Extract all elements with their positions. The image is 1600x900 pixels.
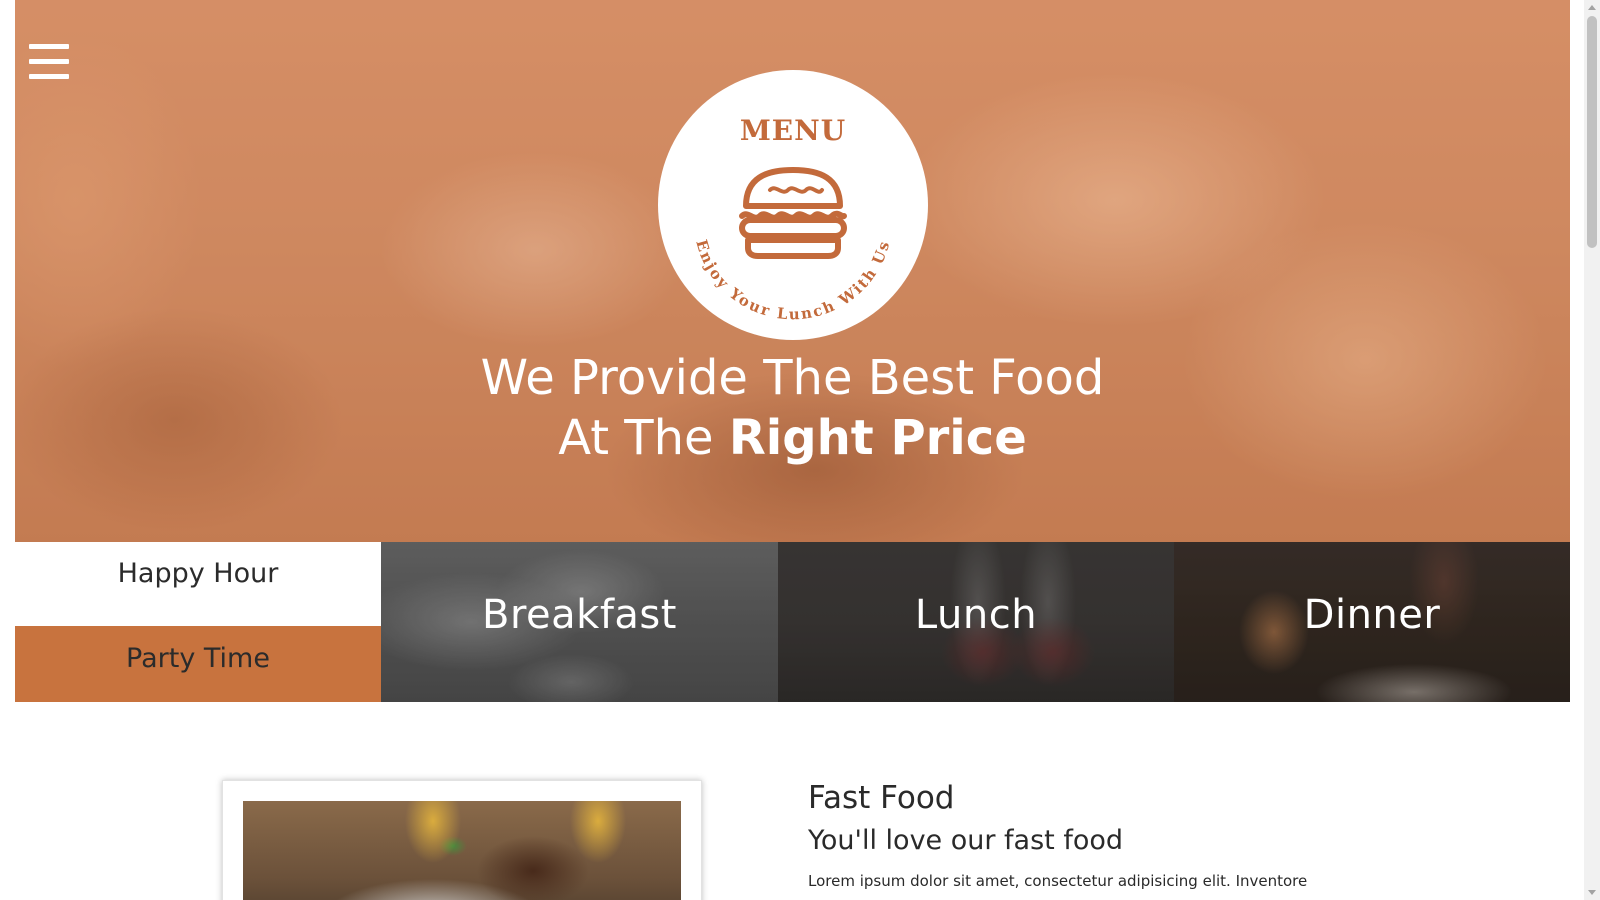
tab-happy-hour[interactable]: Happy Hour [15,542,381,626]
hamburger-line [29,44,69,49]
logo-graphic: Enjoy Your Lunch With Us [692,167,893,324]
page: MENU Enjoy Your Lunch With Us We Provide… [0,0,1600,900]
tile-dinner-label: Dinner [1303,592,1441,638]
headline-emphasis: Right Price [728,410,1027,466]
scroll-down-icon[interactable] [1588,890,1596,895]
section-body: Lorem ipsum dolor sit amet, consectetur … [808,872,1308,890]
headline-line-2-prefix: At The [558,410,729,466]
scrollbar-thumb[interactable] [1587,16,1597,248]
hamburger-icon[interactable] [29,44,69,80]
tile-lunch-label: Lunch [914,592,1038,638]
tile-dinner[interactable]: Dinner [1174,542,1570,702]
food-photo-card [222,780,702,900]
hamburger-line [29,59,69,64]
scroll-up-icon[interactable] [1588,5,1596,10]
tile-breakfast-label: Breakfast [482,592,677,638]
hero-headline: We Provide The Best Food At The Right Pr… [15,348,1570,468]
vertical-scrollbar[interactable] [1584,0,1600,900]
tile-breakfast[interactable]: Breakfast [381,542,778,702]
hero-banner: MENU Enjoy Your Lunch With Us We Provide… [15,0,1570,542]
section-title: Fast Food [808,780,955,816]
logo-tagline: Enjoy Your Lunch With Us [692,238,893,324]
food-photo [243,801,681,900]
tab-party-time[interactable]: Party Time [15,626,381,702]
menu-logo: MENU Enjoy Your Lunch With Us [658,70,928,340]
headline-line-1: We Provide The Best Food [480,350,1105,406]
event-tabs: Happy Hour Party Time [15,542,381,702]
hamburger-line [29,74,69,79]
tile-lunch[interactable]: Lunch [778,542,1174,702]
headline-line-2: At The Right Price [15,408,1570,468]
burger-icon [739,167,847,259]
section-subtitle: You'll love our fast food [808,825,1124,856]
category-tiles: Happy Hour Party Time Breakfast Lunch Di… [15,542,1570,702]
